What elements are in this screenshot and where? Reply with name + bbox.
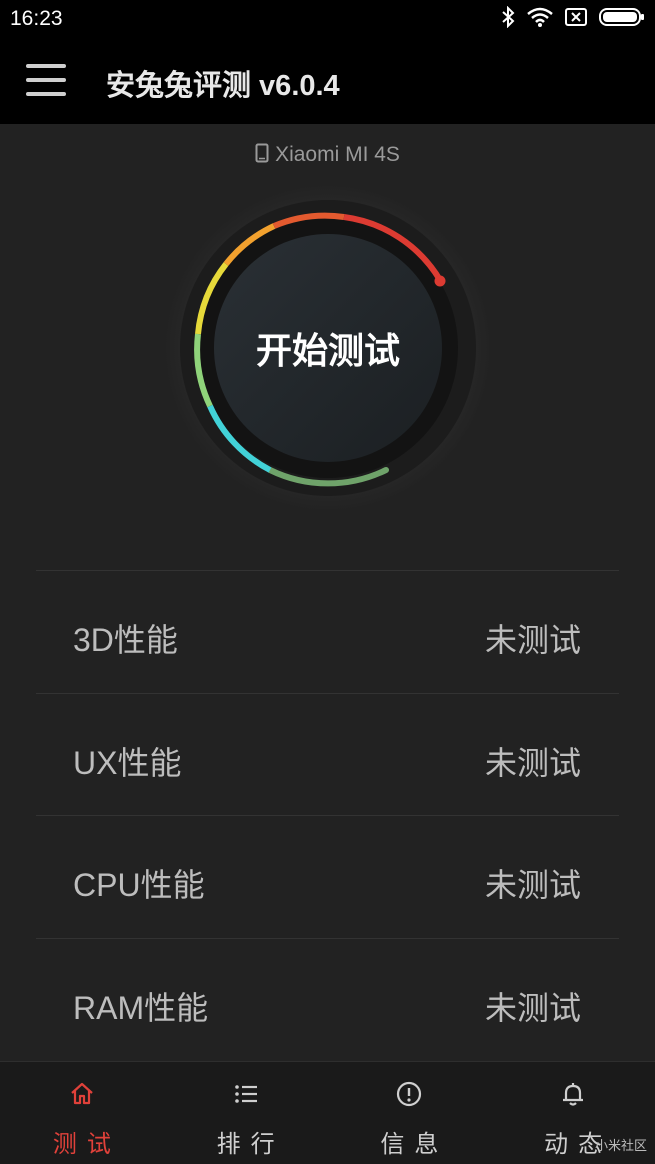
battery-icon <box>599 8 644 26</box>
results-list: 3D性能 未测试 UX性能 未测试 CPU性能 未测试 RAM性能 未测试 <box>36 570 619 1060</box>
result-name: 3D性能 <box>73 622 178 658</box>
status-time: 16:23 <box>10 7 63 30</box>
home-icon <box>71 1082 93 1105</box>
bluetooth-icon <box>502 6 515 28</box>
wifi-icon <box>527 7 553 27</box>
result-status: 未测试 <box>484 622 581 658</box>
result-status: 未测试 <box>484 989 581 1026</box>
status-icons <box>501 6 645 28</box>
info-icon <box>397 1081 422 1107</box>
result-name: RAM性能 <box>73 989 209 1026</box>
bottom-nav: 测试 排行 信息 动态 小米社区 <box>0 1061 655 1164</box>
result-row-3d[interactable]: 3D性能 未测试 <box>36 570 619 693</box>
result-row-cpu[interactable]: CPU性能 未测试 <box>36 815 619 938</box>
start-test-button[interactable]: 开始测试 <box>214 234 442 462</box>
device-name: Xiaomi MI 4S <box>275 143 400 166</box>
menu-icon <box>26 64 66 68</box>
result-row-ux[interactable]: UX性能 未测试 <box>36 692 619 816</box>
result-row-ram[interactable]: RAM性能 未测试 <box>36 937 619 1061</box>
menu-button[interactable] <box>26 64 66 98</box>
nav-tab-ranking[interactable]: 排行 <box>164 1062 328 1164</box>
nav-label: 排行 <box>216 1131 285 1158</box>
no-sim-icon <box>565 8 587 26</box>
app-bar: 安兔兔评测 v6.0.4 <box>0 38 655 124</box>
list-icon <box>234 1085 257 1103</box>
result-name: CPU性能 <box>73 867 205 903</box>
phone-icon <box>255 143 269 163</box>
benchmark-dial: 开始测试 <box>164 184 492 512</box>
device-info: Xiaomi MI 4S <box>0 143 655 167</box>
nav-label: 信息 <box>380 1131 449 1158</box>
start-test-label: 开始测试 <box>255 330 400 371</box>
app-title: 安兔兔评测 v6.0.4 <box>106 70 340 102</box>
result-status: 未测试 <box>484 744 581 781</box>
nav-tab-info[interactable]: 信息 <box>328 1062 492 1164</box>
nav-label: 测试 <box>52 1131 121 1158</box>
nav-tab-test[interactable]: 测试 <box>0 1062 164 1164</box>
result-status: 未测试 <box>484 867 581 903</box>
result-name: UX性能 <box>73 744 182 781</box>
status-bar: 16:23 <box>0 0 655 38</box>
watermark: 小米社区 <box>594 1138 647 1153</box>
bell-icon <box>563 1083 584 1106</box>
